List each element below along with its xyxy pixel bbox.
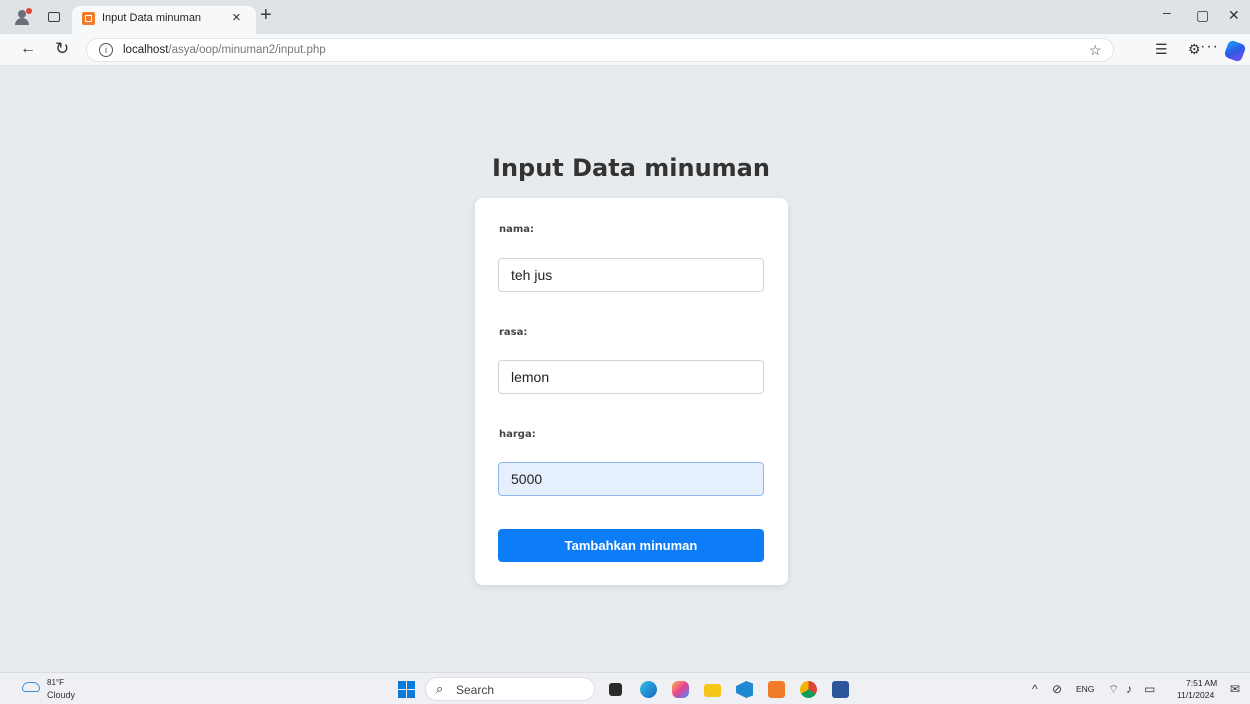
word-icon[interactable] bbox=[832, 681, 849, 698]
language-indicator[interactable]: ENG bbox=[1076, 684, 1094, 694]
url-field[interactable]: i localhost/asya/oop/minuman2/input.php … bbox=[86, 38, 1114, 62]
search-icon: ⌕ bbox=[436, 681, 444, 696]
close-window-button[interactable]: ✕ bbox=[1228, 7, 1240, 24]
tab-title: Input Data minuman bbox=[102, 12, 202, 24]
tab-actions-icon[interactable] bbox=[46, 9, 62, 25]
tambahkan-minuman-button[interactable]: Tambahkan minuman bbox=[498, 529, 764, 562]
show-hidden-icons-icon[interactable]: ^ bbox=[1032, 682, 1038, 696]
new-tab-button[interactable]: + bbox=[260, 4, 272, 27]
nama-label: nama: bbox=[499, 224, 535, 235]
volume-icon[interactable]: ♪ bbox=[1126, 682, 1132, 696]
address-bar-row: ← ↻ i localhost/asya/oop/minuman2/input.… bbox=[0, 34, 1250, 66]
copilot-icon[interactable] bbox=[1223, 39, 1247, 63]
site-info-icon[interactable]: i bbox=[99, 43, 113, 57]
vscode-icon[interactable] bbox=[736, 681, 753, 698]
onedrive-icon[interactable]: ⊘ bbox=[1052, 682, 1062, 696]
favorites-icon[interactable]: ☰ bbox=[1155, 41, 1168, 58]
file-explorer-icon[interactable] bbox=[704, 684, 721, 697]
maximize-button[interactable]: ▢ bbox=[1196, 7, 1209, 24]
url-text: localhost/asya/oop/minuman2/input.php bbox=[123, 44, 326, 56]
clock-date[interactable]: 11/1/2024 bbox=[1177, 690, 1214, 700]
back-button[interactable]: ← bbox=[20, 40, 36, 58]
harga-label: harga: bbox=[499, 429, 536, 440]
chrome-icon[interactable] bbox=[800, 681, 817, 698]
battery-icon[interactable]: ▭ bbox=[1144, 682, 1155, 696]
rasa-label: rasa: bbox=[499, 327, 528, 338]
browser-tab-bar: Input Data minuman × + – ▢ ✕ bbox=[0, 0, 1250, 34]
url-path: /asya/oop/minuman2/input.php bbox=[168, 44, 326, 56]
profile-icon[interactable] bbox=[14, 8, 32, 25]
input-form-card: nama: rasa: harga: Tambahkan minuman bbox=[475, 198, 788, 585]
reload-button[interactable]: ↻ bbox=[55, 39, 69, 59]
extensions-icon[interactable]: ⚙ bbox=[1188, 41, 1201, 58]
cloud-icon[interactable] bbox=[22, 682, 40, 692]
edge-icon[interactable] bbox=[640, 681, 657, 698]
clock-time[interactable]: 7:51 AM bbox=[1186, 678, 1217, 688]
xampp-favicon-icon bbox=[82, 12, 95, 25]
taskbar-search[interactable]: ⌕ Search bbox=[425, 677, 595, 701]
weather-condition[interactable]: Cloudy bbox=[47, 690, 75, 700]
favorite-star-icon[interactable]: ☆ bbox=[1089, 42, 1102, 59]
harga-input[interactable] bbox=[498, 462, 764, 496]
file-explorer-dark-icon[interactable] bbox=[609, 683, 622, 696]
page-title: Input Data minuman bbox=[492, 154, 770, 182]
rasa-input[interactable] bbox=[498, 360, 764, 394]
url-host: localhost bbox=[123, 44, 169, 56]
windows-start-icon[interactable] bbox=[398, 681, 415, 698]
more-menu-icon[interactable]: ··· bbox=[1200, 38, 1219, 56]
weather-temp[interactable]: 81°F bbox=[47, 678, 64, 687]
search-placeholder: Search bbox=[456, 683, 495, 697]
wifi-icon[interactable]: ⌔ bbox=[1108, 682, 1119, 697]
xampp-icon[interactable] bbox=[768, 681, 785, 698]
copilot-app-icon[interactable] bbox=[672, 681, 689, 698]
windows-taskbar: 81°F Cloudy ⌕ Search ^ ⊘ ENG ⌔ ♪ ▭ 7:51 … bbox=[0, 672, 1250, 704]
notification-bell-icon[interactable]: ✉ bbox=[1230, 682, 1240, 696]
minimize-button[interactable]: – bbox=[1163, 4, 1171, 20]
tab-input-data-minuman[interactable]: Input Data minuman × bbox=[72, 6, 256, 34]
nama-input[interactable] bbox=[498, 258, 764, 292]
tab-close-button[interactable]: × bbox=[232, 9, 241, 26]
